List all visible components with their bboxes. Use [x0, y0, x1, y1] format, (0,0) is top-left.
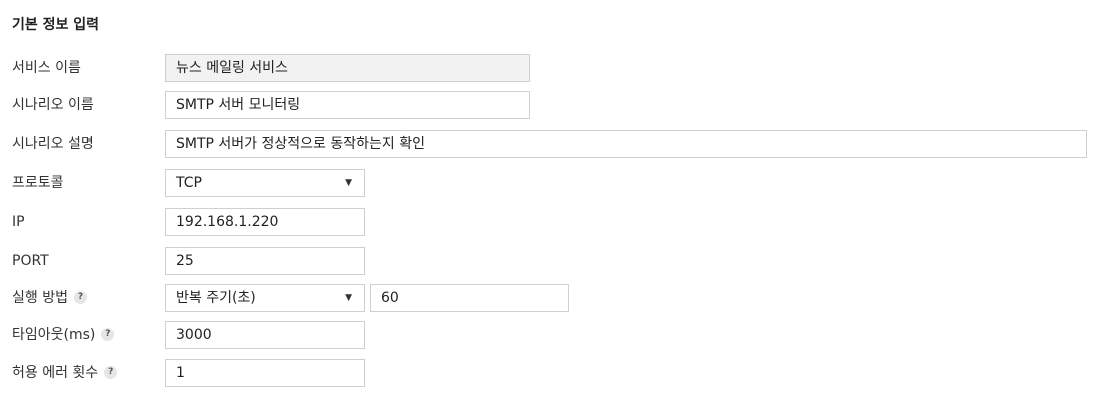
- chevron-down-icon: ▼: [345, 293, 352, 303]
- scenario-desc-label: 시나리오 설명: [12, 136, 94, 152]
- section-title: 기본 정보 입력: [12, 17, 100, 33]
- ip-row: IP 192.168.1.220: [0, 206, 1097, 238]
- port-label: PORT: [12, 253, 49, 269]
- exec-interval-input[interactable]: 60: [370, 284, 569, 312]
- exec-method-row: 실행 방법? 반복 주기(초) ▼ 60: [0, 282, 1097, 314]
- scenario-name-label: 시나리오 이름: [12, 97, 94, 113]
- scenario-name-input[interactable]: SMTP 서버 모니터링: [165, 91, 530, 119]
- help-icon[interactable]: ?: [73, 290, 87, 304]
- port-row: PORT 25: [0, 245, 1097, 277]
- help-icon[interactable]: ?: [104, 365, 118, 379]
- service-name-label: 서비스 이름: [12, 60, 81, 76]
- exec-method-label-wrap: 실행 방법?: [12, 282, 87, 314]
- protocol-row: 프로토콜 TCP ▼: [0, 167, 1097, 199]
- exec-method-select[interactable]: 반복 주기(초) ▼: [165, 284, 365, 312]
- service-name-row: 서비스 이름 뉴스 메일링 서비스: [0, 52, 1097, 84]
- timeout-input[interactable]: 3000: [165, 321, 365, 349]
- scenario-desc-row: 시나리오 설명 SMTP 서버가 정상적으로 동작하는지 확인: [0, 128, 1097, 160]
- exec-method-label: 실행 방법: [12, 290, 68, 306]
- service-name-field: 뉴스 메일링 서비스: [165, 54, 530, 82]
- port-input[interactable]: 25: [165, 247, 365, 275]
- timeout-label: 타임아웃(ms): [12, 327, 96, 343]
- protocol-select[interactable]: TCP ▼: [165, 169, 365, 197]
- ip-input[interactable]: 192.168.1.220: [165, 208, 365, 236]
- scenario-name-row: 시나리오 이름 SMTP 서버 모니터링: [0, 89, 1097, 121]
- timeout-row: 타임아웃(ms)? 3000: [0, 319, 1097, 351]
- help-icon[interactable]: ?: [101, 327, 115, 341]
- chevron-down-icon: ▼: [345, 178, 352, 188]
- protocol-selected-value: TCP: [176, 175, 202, 191]
- allowed-errors-input[interactable]: 1: [165, 359, 365, 387]
- protocol-label: 프로토콜: [12, 175, 64, 191]
- ip-label: IP: [12, 214, 25, 230]
- allowed-errors-label: 허용 에러 횟수: [12, 365, 99, 381]
- allowed-errors-row: 허용 에러 횟수? 1: [0, 357, 1097, 389]
- exec-method-selected-value: 반복 주기(초): [176, 290, 256, 306]
- allowed-errors-label-wrap: 허용 에러 횟수?: [12, 357, 118, 389]
- timeout-label-wrap: 타임아웃(ms)?: [12, 319, 115, 351]
- scenario-desc-input[interactable]: SMTP 서버가 정상적으로 동작하는지 확인: [165, 130, 1087, 158]
